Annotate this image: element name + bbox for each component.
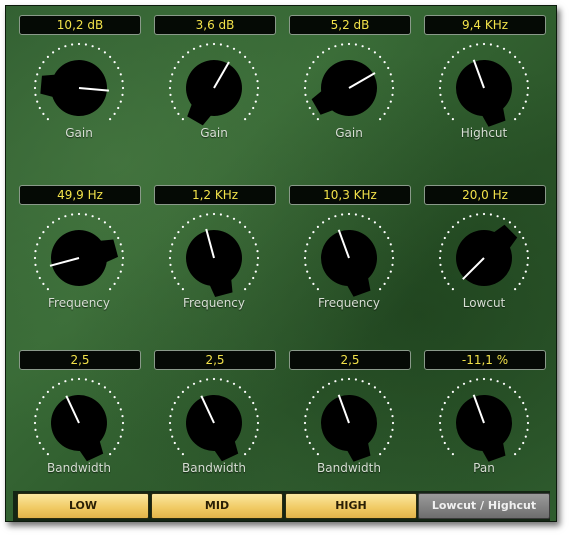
knob-control[interactable]: 20,0 Hz Lowcut <box>422 176 550 336</box>
value-display[interactable]: 10,2 dB <box>19 15 141 35</box>
knob-label: Gain <box>335 126 363 140</box>
knob-label: Pan <box>473 461 495 475</box>
value-display[interactable]: 20,0 Hz <box>424 185 546 205</box>
knob-control[interactable]: -11,1 % Pan <box>422 341 550 501</box>
knob-label: Highcut <box>460 126 508 140</box>
value-display[interactable]: 1,2 KHz <box>154 185 276 205</box>
knob-label: Bandwidth <box>317 461 381 475</box>
knob-label: Frequency <box>48 296 110 310</box>
rotary-knob-icon[interactable] <box>287 208 411 308</box>
knob-control[interactable]: 3,6 dB Gain <box>152 6 280 166</box>
knob-control[interactable]: 2,5 Bandwidth <box>287 341 415 501</box>
value-display[interactable]: 9,4 KHz <box>424 15 546 35</box>
rotary-knob-icon[interactable] <box>422 38 546 138</box>
eq-plugin-panel: 10,2 dB Gain 3,6 dB Gain 5,2 dB Gain 9,4 KHz Hi… <box>5 5 557 522</box>
knob-control[interactable]: 1,2 KHz Frequency <box>152 176 280 336</box>
knob-control[interactable]: 49,9 Hz Frequency <box>17 176 145 336</box>
knob-control[interactable]: 2,5 Bandwidth <box>17 341 145 501</box>
rotary-knob-icon[interactable] <box>152 373 276 473</box>
band-button-lowcut-highcut[interactable]: Lowcut / Highcut <box>418 493 550 519</box>
value-display[interactable]: 3,6 dB <box>154 15 276 35</box>
value-display[interactable]: -11,1 % <box>424 350 546 370</box>
value-display[interactable]: 5,2 dB <box>289 15 411 35</box>
band-button-high[interactable]: HIGH <box>285 493 417 519</box>
rotary-knob-icon[interactable] <box>152 208 276 308</box>
knob-control[interactable]: 2,5 Bandwidth <box>152 341 280 501</box>
value-display[interactable]: 10,3 KHz <box>289 185 411 205</box>
knob-label: Gain <box>65 126 93 140</box>
rotary-knob-icon[interactable] <box>17 373 141 473</box>
rotary-knob-icon[interactable] <box>422 373 546 473</box>
knob-control[interactable]: 5,2 dB Gain <box>287 6 415 166</box>
rotary-knob-icon[interactable] <box>422 208 546 308</box>
band-selector: LOW MID HIGH Lowcut / Highcut <box>13 491 550 521</box>
value-display[interactable]: 49,9 Hz <box>19 185 141 205</box>
rotary-knob-icon[interactable] <box>287 373 411 473</box>
knob-control[interactable]: 10,3 KHz Frequency <box>287 176 415 336</box>
value-display[interactable]: 2,5 <box>154 350 276 370</box>
rotary-knob-icon[interactable] <box>152 38 276 138</box>
value-display[interactable]: 2,5 <box>19 350 141 370</box>
value-display[interactable]: 2,5 <box>289 350 411 370</box>
knob-label: Bandwidth <box>47 461 111 475</box>
knob-label: Bandwidth <box>182 461 246 475</box>
band-button-mid[interactable]: MID <box>151 493 283 519</box>
knob-label: Lowcut <box>462 296 506 310</box>
rotary-knob-icon[interactable] <box>17 38 141 138</box>
knob-label: Frequency <box>183 296 245 310</box>
rotary-knob-icon[interactable] <box>17 208 141 308</box>
rotary-knob-icon[interactable] <box>287 38 411 138</box>
knob-label: Gain <box>200 126 228 140</box>
band-button-low[interactable]: LOW <box>17 493 149 519</box>
knob-control[interactable]: 10,2 dB Gain <box>17 6 145 166</box>
knob-control[interactable]: 9,4 KHz Highcut <box>422 6 550 166</box>
knob-label: Frequency <box>318 296 380 310</box>
